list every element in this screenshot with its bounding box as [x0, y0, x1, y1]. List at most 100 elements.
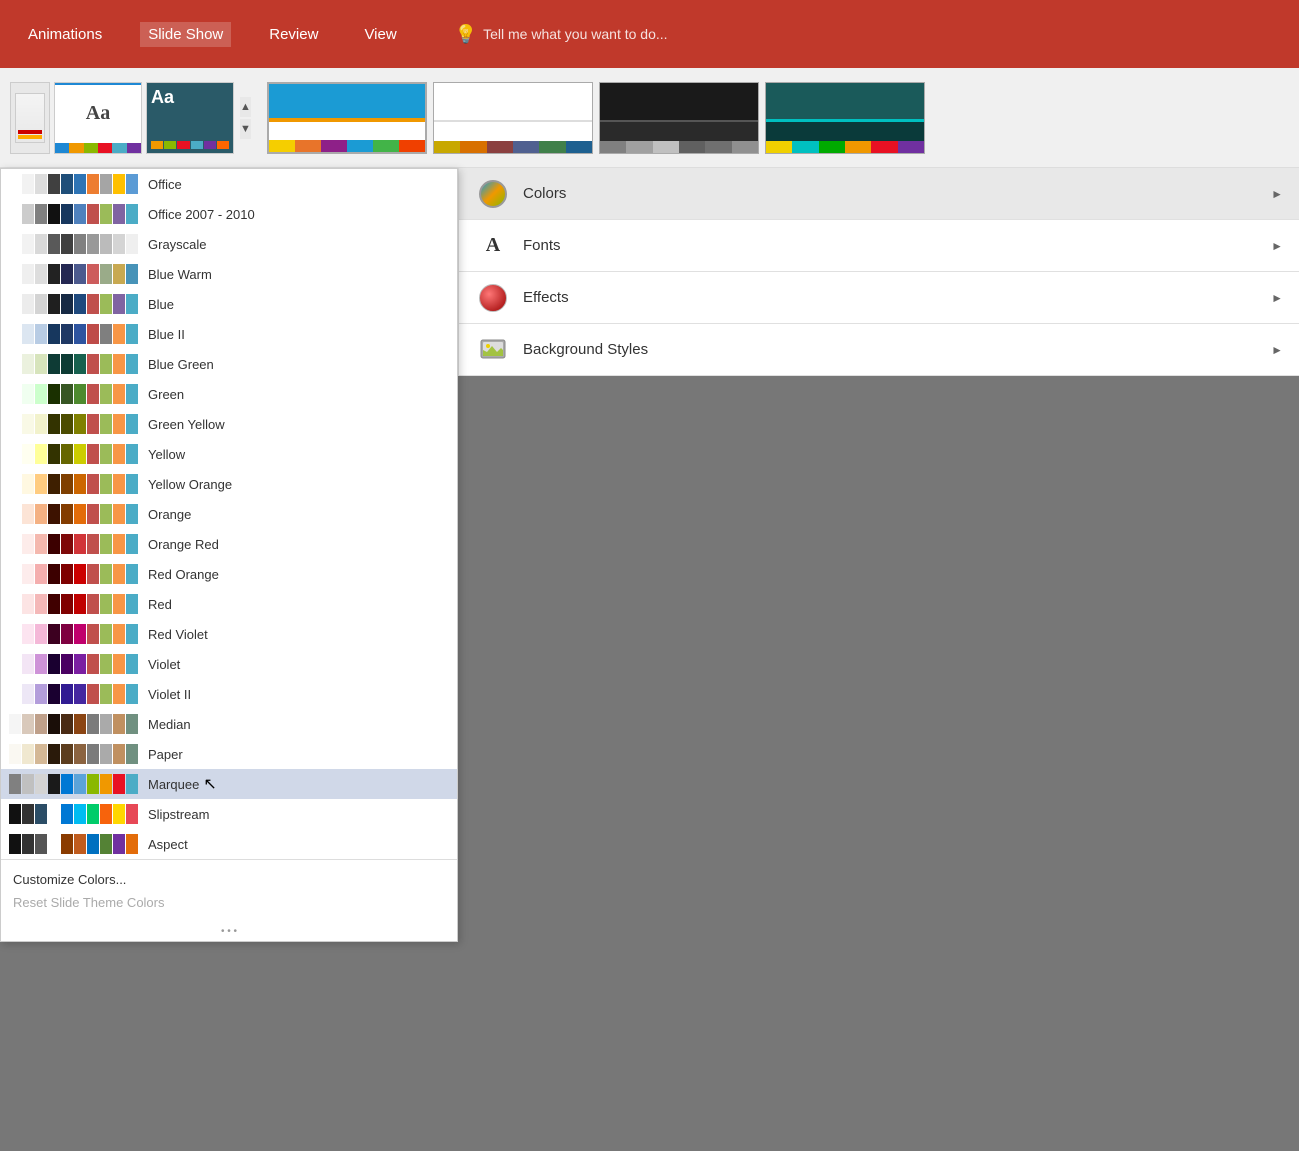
color-item[interactable]: Red Orange — [1, 559, 457, 589]
color-item[interactable]: Violet — [1, 649, 457, 679]
color-item[interactable]: Blue Green — [1, 349, 457, 379]
tab-animations[interactable]: Animations — [20, 22, 110, 47]
fonts-option[interactable]: A Fonts ► — [459, 220, 1299, 272]
swatch — [9, 534, 21, 554]
swatch — [48, 504, 60, 524]
swatch — [22, 354, 34, 374]
swatch — [22, 834, 34, 854]
swatch — [48, 414, 60, 434]
color-item[interactable]: Orange — [1, 499, 457, 529]
swatch — [35, 174, 47, 194]
color-item[interactable]: Violet II — [1, 679, 457, 709]
swatch — [48, 444, 60, 464]
color-item[interactable]: Marquee↖ — [1, 769, 457, 799]
theme-swatch-3[interactable] — [599, 82, 759, 154]
color-item[interactable]: Office 2007 - 2010 — [1, 199, 457, 229]
swatch — [35, 714, 47, 734]
swatch — [100, 534, 112, 554]
color-list: Office Office 2007 - 2010GrayscaleBlue Wa… — [1, 169, 457, 859]
color-swatches — [9, 744, 138, 764]
color-item[interactable]: Orange Red — [1, 529, 457, 559]
theme-scroll-up[interactable]: ▲ — [240, 97, 251, 117]
swatch — [87, 354, 99, 374]
swatch — [74, 624, 86, 644]
theme-swatch-1[interactable] — [267, 82, 427, 154]
swatch — [100, 834, 112, 854]
swatch — [113, 234, 125, 254]
color-item[interactable]: Aspect — [1, 829, 457, 859]
background-option[interactable]: Background Styles ► — [459, 324, 1299, 376]
tab-review[interactable]: Review — [261, 22, 326, 47]
swatch — [22, 774, 34, 794]
swatch — [74, 234, 86, 254]
color-item[interactable]: Median — [1, 709, 457, 739]
swatch — [35, 264, 47, 284]
customize-colors-link[interactable]: Customize Colors... — [13, 868, 445, 891]
swatch — [87, 654, 99, 674]
color-swatches — [9, 774, 138, 794]
tab-view[interactable]: View — [356, 22, 404, 47]
color-item-name: Violet — [148, 657, 180, 672]
swatch — [22, 654, 34, 674]
footer-dots: • • • — [1, 922, 457, 941]
swatch — [9, 504, 21, 524]
swatch — [9, 174, 21, 194]
color-item[interactable]: Green Yellow — [1, 409, 457, 439]
swatch — [22, 744, 34, 764]
color-item[interactable]: Yellow — [1, 439, 457, 469]
swatch — [113, 504, 125, 524]
color-item[interactable]: Green — [1, 379, 457, 409]
theme-swatch-2[interactable] — [433, 82, 593, 154]
color-item[interactable]: Red — [1, 589, 457, 619]
swatch — [100, 234, 112, 254]
color-item[interactable]: Office — [1, 169, 457, 199]
effects-label: Effects — [523, 289, 1271, 306]
theme-scroll-down[interactable]: ▼ — [240, 119, 251, 139]
colors-option[interactable]: Colors ► — [459, 168, 1299, 220]
color-item-name: Red Orange — [148, 567, 219, 582]
color-item[interactable]: Blue Warm — [1, 259, 457, 289]
theme-thumb-small[interactable] — [10, 82, 50, 154]
swatch — [126, 354, 138, 374]
swatch — [35, 624, 47, 644]
swatch — [87, 384, 99, 404]
color-item-name: Red — [148, 597, 172, 612]
color-swatches — [9, 654, 138, 674]
color-item[interactable]: Grayscale — [1, 229, 457, 259]
color-item[interactable]: Blue II — [1, 319, 457, 349]
search-placeholder[interactable]: Tell me what you want to do... — [483, 26, 667, 42]
color-item-name: Blue Green — [148, 357, 214, 372]
theme-thumb-2[interactable]: Aa — [146, 82, 234, 154]
swatch — [87, 204, 99, 224]
color-item-name: Office — [148, 177, 182, 192]
swatch — [61, 654, 73, 674]
swatch — [9, 204, 21, 224]
swatch — [61, 354, 73, 374]
reset-colors-link: Reset Slide Theme Colors — [13, 891, 445, 914]
swatch — [100, 444, 112, 464]
swatch — [87, 324, 99, 344]
theme-thumb-1[interactable]: Aa — [54, 82, 142, 154]
swatch — [113, 834, 125, 854]
color-item[interactable]: Paper — [1, 739, 457, 769]
color-item[interactable]: Blue — [1, 289, 457, 319]
color-swatches — [9, 444, 138, 464]
theme-swatch-4[interactable] — [765, 82, 925, 154]
swatch — [9, 564, 21, 584]
swatch — [61, 804, 73, 824]
color-swatches — [9, 174, 138, 194]
color-item[interactable]: Slipstream — [1, 799, 457, 829]
swatch — [113, 804, 125, 824]
tab-slideshow[interactable]: Slide Show — [140, 22, 231, 47]
swatch — [48, 294, 60, 314]
swatch — [74, 834, 86, 854]
color-item[interactable]: Yellow Orange — [1, 469, 457, 499]
color-swatches — [9, 294, 138, 314]
swatch — [35, 684, 47, 704]
color-item[interactable]: Red Violet — [1, 619, 457, 649]
color-swatches — [9, 324, 138, 344]
swatch — [100, 594, 112, 614]
swatch — [48, 384, 60, 404]
effects-option[interactable]: Effects ► — [459, 272, 1299, 324]
swatch — [9, 384, 21, 404]
